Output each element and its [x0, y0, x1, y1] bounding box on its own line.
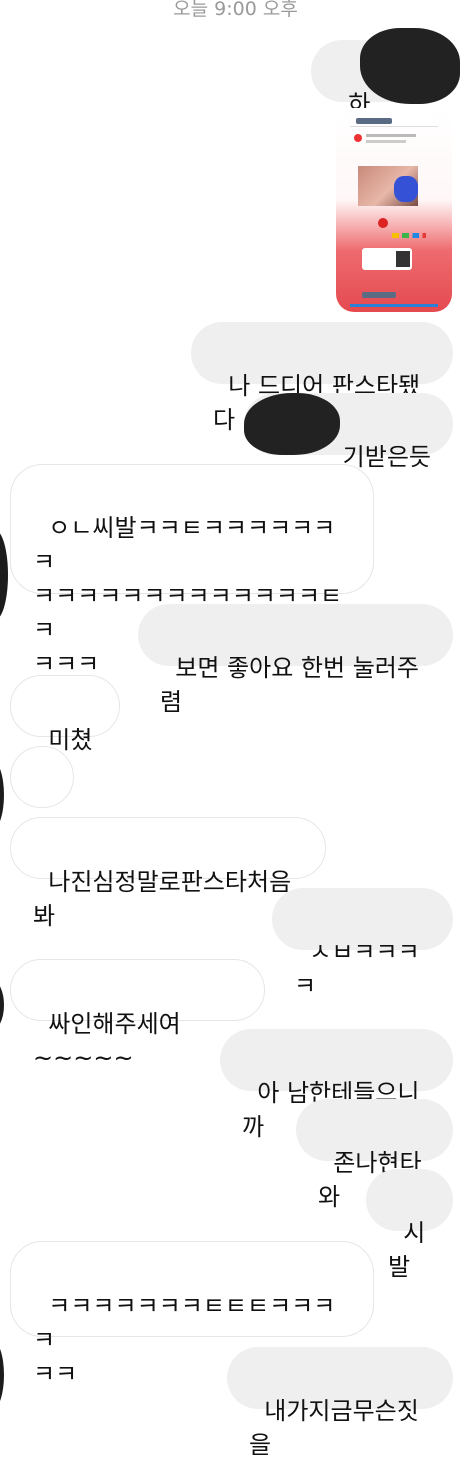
thumb-profile-badge	[354, 134, 362, 142]
left-edge-shadow-3	[0, 980, 4, 1030]
message-bubble-outgoing[interactable]: 보면 좋아요 한번 눌러주렴	[138, 604, 453, 716]
message-bubble-outgoing[interactable]: 나 드디어 판스타됐다	[191, 322, 453, 434]
thumb-bottom-bar	[350, 304, 438, 307]
message-bubble-outgoing[interactable]: 존나현타와	[296, 1099, 453, 1211]
thumb-dots	[392, 233, 426, 238]
left-edge-shadow-1	[0, 530, 8, 620]
thumb-bottom-tab	[362, 292, 396, 298]
thumb-text-line	[366, 140, 406, 143]
message-text: 나진심정말로판스타처음봐	[33, 868, 292, 930]
message-bubble-outgoing[interactable]: 아 남한테들으니까	[220, 1029, 453, 1141]
thumb-tab	[356, 118, 392, 124]
left-edge-shadow-2	[0, 760, 4, 830]
thumb-card-image	[396, 251, 410, 267]
message-bubble-incoming[interactable]: ㅇㄴ씨발ㅋㅋㅌㅋㅋㅋㅋㅋㅋㅋ ㅋㅋㅋㅋㅋㅋㅋㅋㅋㅋㅋㅋㅋㅌㅋ ㅋㅋㅋ	[10, 464, 374, 678]
thumb-red-button	[378, 218, 388, 228]
message-bubble-outgoing[interactable]: ㅅㅂㅋㅋㅋㅋ	[272, 888, 453, 1000]
left-edge-shadow-4	[0, 1340, 4, 1410]
message-text: 내가지금무슨짓을	[249, 1397, 419, 1459]
redaction-mark	[244, 393, 340, 455]
thumb-text-line	[366, 134, 416, 137]
message-bubble-outgoing[interactable]: 시발	[366, 1169, 453, 1281]
message-bubble-incoming[interactable]: 나진심정말로판스타처음봐	[10, 817, 326, 930]
timestamp: 오늘 9:00 오후	[173, 0, 298, 20]
thumb-blue-scribble	[394, 176, 418, 202]
message-bubble-outgoing[interactable]: 내가지금무슨짓을	[227, 1347, 453, 1459]
message-bubble-incoming[interactable]: 와	[10, 746, 74, 859]
message-bubble-incoming[interactable]: ㅋㅋㅋㅋㅋㅋㅋㅌㅌㅌㅋㅋㅋㅋ ㅋㅋ	[10, 1241, 374, 1388]
message-text: 보면 좋아요 한번 눌러주렴	[160, 654, 419, 716]
message-text: ㅅㅂㅋㅋㅋㅋ	[294, 938, 420, 1000]
image-attachment[interactable]	[336, 108, 452, 312]
message-bubble-incoming[interactable]: 싸인해주세여~~~~~	[10, 959, 265, 1072]
message-bubble-incoming[interactable]: 미쳤다	[10, 675, 120, 788]
redaction-mark	[360, 28, 460, 104]
message-text: 시발	[388, 1219, 426, 1281]
message-text: 싸인해주세여~~~~~	[33, 1010, 181, 1072]
